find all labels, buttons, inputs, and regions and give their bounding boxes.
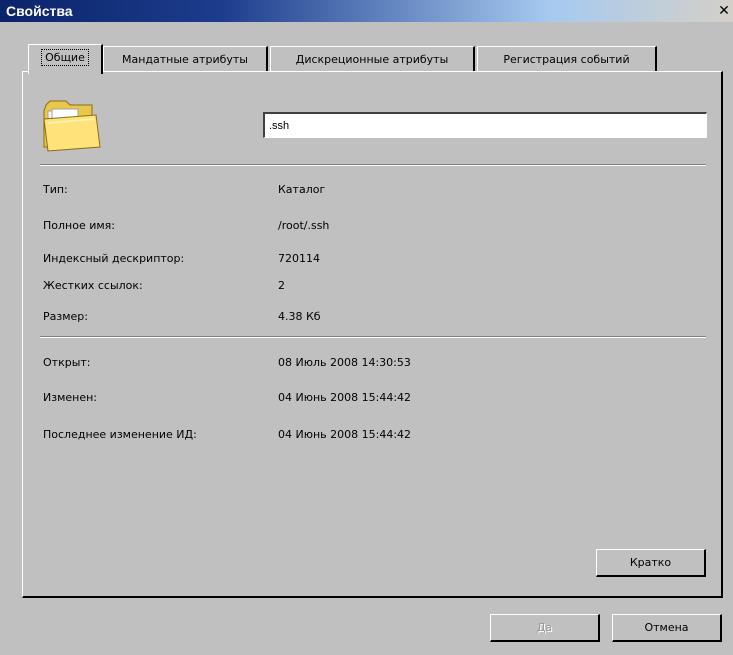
title-bar[interactable]: Свойства ✕	[0, 0, 733, 22]
full-name-value: /root/.ssh	[278, 219, 330, 232]
size-value: 4.38 Кб	[278, 310, 321, 323]
tab-event-logging-label: Регистрация событий	[503, 53, 630, 66]
hard-links-value: 2	[278, 279, 285, 292]
size-label: Размер:	[43, 310, 88, 323]
separator-top	[40, 164, 706, 166]
tab-discretionary-attributes-label: Дискреционные атрибуты	[295, 53, 449, 66]
type-value: Каталог	[278, 183, 326, 196]
full-name-label: Полное имя:	[43, 219, 115, 232]
id-changed-label: Последнее изменение ИД:	[43, 428, 197, 441]
tab-general[interactable]: Общие	[28, 44, 103, 74]
modified-label: Изменен:	[43, 391, 98, 404]
inode-value: 720114	[278, 252, 320, 265]
type-label: Тип:	[43, 183, 68, 196]
name-field[interactable]: .ssh	[263, 112, 707, 138]
tab-discretionary-attributes[interactable]: Дискреционные атрибуты	[270, 46, 475, 72]
tab-mandatory-attributes-label: Мандатные атрибуты	[122, 53, 248, 66]
tab-general-label: Общие	[41, 49, 89, 66]
separator-middle	[40, 336, 706, 338]
opened-value: 08 Июль 2008 14:30:53	[278, 356, 411, 369]
opened-label: Открыт:	[43, 356, 91, 369]
folder-icon	[43, 100, 101, 152]
modified-value: 04 Июнь 2008 15:44:42	[278, 391, 412, 404]
close-icon[interactable]: ✕	[716, 3, 732, 19]
id-changed-value: 04 Июнь 2008 15:44:42	[278, 428, 412, 441]
window-title: Свойства	[6, 3, 73, 19]
brief-button[interactable]: Кратко	[596, 549, 706, 577]
ok-button[interactable]: Да	[490, 614, 600, 642]
hard-links-label: Жестких ссылок:	[43, 279, 143, 292]
tab-mandatory-attributes[interactable]: Мандатные атрибуты	[103, 46, 268, 72]
tab-event-logging[interactable]: Регистрация событий	[477, 46, 657, 72]
cancel-button[interactable]: Отмена	[612, 614, 722, 642]
inode-label: Индексный дескриптор:	[43, 252, 185, 265]
tab-panel-general	[22, 71, 723, 598]
